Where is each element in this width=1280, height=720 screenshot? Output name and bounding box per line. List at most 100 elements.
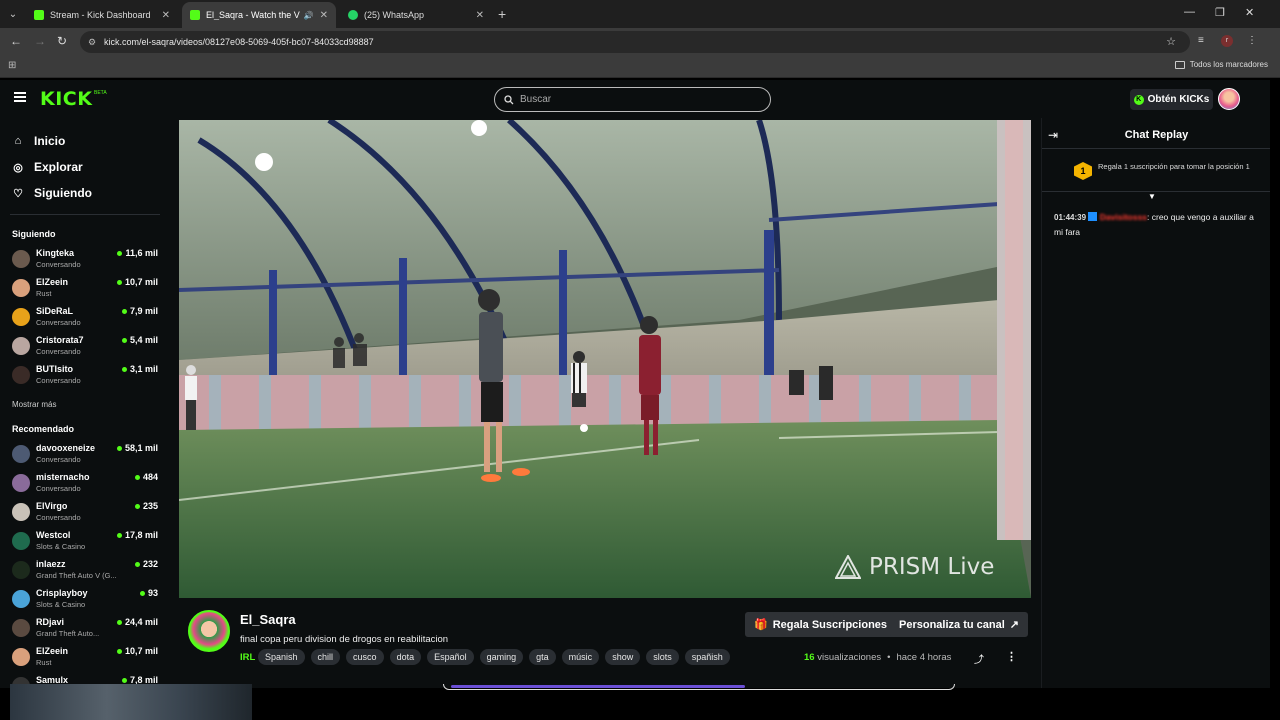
channel-item[interactable]: davooxeneize Conversando 58,1 mil (12, 443, 158, 469)
views-count: 16 (804, 652, 815, 663)
kick-logo[interactable]: KICK (40, 88, 92, 110)
close-icon[interactable]: ✕ (320, 10, 328, 21)
tag-chip[interactable]: dota (389, 649, 422, 665)
get-kicks-button[interactable]: K Obtén KICKs (1130, 89, 1213, 110)
gift-subs-button[interactable]: 🎁 Regala Suscripciones (745, 612, 897, 637)
channel-name: Crisplayboy (36, 588, 88, 598)
tag-chip[interactable]: cusco (346, 649, 384, 665)
channel-category: Grand Theft Auto V (G... (36, 571, 117, 580)
speaker-icon[interactable]: 🔊 (304, 11, 314, 20)
url-bar[interactable]: ⚙ kick.com/el-saqra/videos/08127e08-5069… (80, 31, 1190, 53)
tag-chip[interactable]: slots (646, 649, 679, 665)
sidebar-item-label: Siguiendo (34, 186, 92, 200)
viewer-count: 235 (134, 501, 158, 511)
channel-item[interactable]: Westcol Slots & Casino 17,8 mil (12, 530, 158, 556)
channel-item[interactable]: misternacho Conversando 484 (12, 472, 158, 498)
viewer-count-text: 10,7 mil (124, 646, 158, 656)
video-player[interactable]: PRISM Live (179, 120, 1031, 598)
apps-grid-icon[interactable]: ⊞ (8, 60, 16, 71)
channel-category: Conversando (36, 347, 81, 356)
category-link[interactable]: IRL (240, 652, 255, 663)
sidebar-item-explorar[interactable]: ◎ Explorar (12, 160, 83, 174)
divider (1042, 191, 1271, 192)
channel-item[interactable]: RDjavi Grand Theft Auto... 24,4 mil (12, 617, 158, 643)
streamer-name[interactable]: El_Saqra (240, 612, 296, 627)
close-window-button[interactable]: ✕ (1245, 6, 1254, 19)
heart-icon: ♡ (13, 187, 23, 200)
external-link-icon: ↗ (1009, 619, 1019, 631)
message-username[interactable]: Davisitosss (1100, 212, 1147, 222)
page-scrollbar[interactable] (1270, 80, 1280, 720)
tab-search-button[interactable]: ⌄ (4, 5, 22, 23)
live-dot-icon (116, 619, 122, 625)
restore-button[interactable]: ❐ (1215, 6, 1225, 19)
profile-avatar[interactable]: r (1221, 35, 1233, 47)
tag-chip[interactable]: gta (529, 649, 556, 665)
minimize-button[interactable]: — (1184, 6, 1195, 18)
channel-item[interactable]: SiDeRaL Conversando 7,9 mil (12, 306, 158, 332)
customize-channel-button[interactable]: Personaliza tu canal ↗ (890, 612, 1028, 637)
bookmark-star-icon[interactable]: ☆ (1166, 35, 1176, 48)
viewer-count: 3,1 mil (121, 364, 158, 374)
channel-item[interactable]: Crisplayboy Slots & Casino 93 (12, 588, 158, 614)
sidebar-item-siguiendo[interactable]: ♡ Siguiendo (12, 186, 92, 200)
sidebar-item-label: Explorar (34, 160, 83, 174)
channel-item[interactable]: ElZeein Rust 10,7 mil (12, 277, 158, 303)
viewer-count: 484 (134, 472, 158, 482)
kick-page: KICK BETA Buscar K Obtén KICKs ⌂ Inicio … (0, 80, 1271, 688)
more-options-icon[interactable]: ⋮ (1006, 650, 1017, 663)
avatar (12, 279, 30, 297)
show-more-link[interactable]: Mostrar más (12, 400, 56, 409)
tab-el-saqra-vod[interactable]: El_Saqra - Watch the VOD c 🔊 ✕ (182, 2, 336, 28)
home-icon: ⌂ (14, 135, 22, 147)
avatar (12, 619, 30, 637)
back-button[interactable]: ← (10, 34, 22, 48)
channel-item[interactable]: ElVirgo Conversando 235 (12, 501, 158, 527)
forward-button[interactable]: → (34, 34, 46, 48)
tag-chip[interactable]: gaming (479, 649, 524, 665)
tag-chip[interactable]: chill (310, 649, 341, 665)
share-icon[interactable]: ⤴ (974, 651, 984, 666)
tag-chip[interactable]: show (605, 649, 641, 665)
channel-name: SiDeRaL (36, 306, 74, 316)
channel-item[interactable]: inlaezz Grand Theft Auto V (G... 232 (12, 559, 158, 585)
divider (1042, 148, 1271, 149)
channel-category: Conversando (36, 260, 81, 269)
channel-name: ElZeein (36, 646, 69, 656)
streamer-avatar[interactable] (188, 610, 230, 652)
user-avatar[interactable] (1218, 88, 1240, 110)
close-icon[interactable]: ✕ (476, 10, 484, 21)
expand-chevron-icon[interactable]: ▼ (1148, 192, 1156, 201)
channel-item[interactable]: Kingteka Conversando 11,6 mil (12, 248, 158, 274)
channel-item[interactable]: Cristorata7 Conversando 5,4 mil (12, 335, 158, 361)
channel-item[interactable]: ElZeein Rust 10,7 mil (12, 646, 158, 672)
tag-chip[interactable]: spañish (684, 649, 730, 665)
tag-chip[interactable]: Spanish (258, 649, 305, 665)
avatar (12, 337, 30, 355)
channel-name: ElVirgo (36, 501, 68, 511)
media-control-icon[interactable]: ≡ (1198, 35, 1204, 46)
channel-item[interactable]: BUTIsito Conversando 3,1 mil (12, 364, 158, 390)
time-ago: hace 4 horas (896, 652, 952, 663)
sidebar-item-inicio[interactable]: ⌂ Inicio (12, 134, 66, 148)
live-dot-icon (121, 308, 127, 314)
new-tab-button[interactable]: + (498, 6, 506, 22)
all-bookmarks-button[interactable]: Todos los marcadores (1174, 60, 1268, 69)
hamburger-menu-icon[interactable] (14, 92, 26, 102)
avatar (12, 250, 30, 268)
tab-kick-dashboard[interactable]: Stream - Kick Dashboard ✕ (26, 2, 178, 28)
browser-toolbar: ← → ↻ ⚙ kick.com/el-saqra/videos/08127e0… (0, 28, 1280, 56)
site-info-icon[interactable]: ⚙ (88, 37, 98, 47)
search-input[interactable]: Buscar (494, 87, 771, 112)
gift-leaderboard-prompt[interactable]: Regala 1 suscripción para tomar la posic… (1098, 162, 1258, 171)
chat-panel: ⇥ Chat Replay 1 Regala 1 suscripción par… (1041, 118, 1271, 688)
channel-category: Slots & Casino (36, 542, 86, 551)
browser-menu-icon[interactable]: ⋮ (1247, 35, 1257, 46)
reload-button[interactable]: ↻ (57, 34, 67, 48)
tag-chip[interactable]: Español (427, 649, 474, 665)
tag-chip[interactable]: músic (561, 649, 600, 665)
close-icon[interactable]: ✕ (162, 10, 170, 21)
viewer-count-text: 17,8 mil (124, 530, 158, 540)
tab-whatsapp[interactable]: (25) WhatsApp ✕ (340, 2, 492, 28)
viewer-count: 17,8 mil (116, 530, 158, 540)
